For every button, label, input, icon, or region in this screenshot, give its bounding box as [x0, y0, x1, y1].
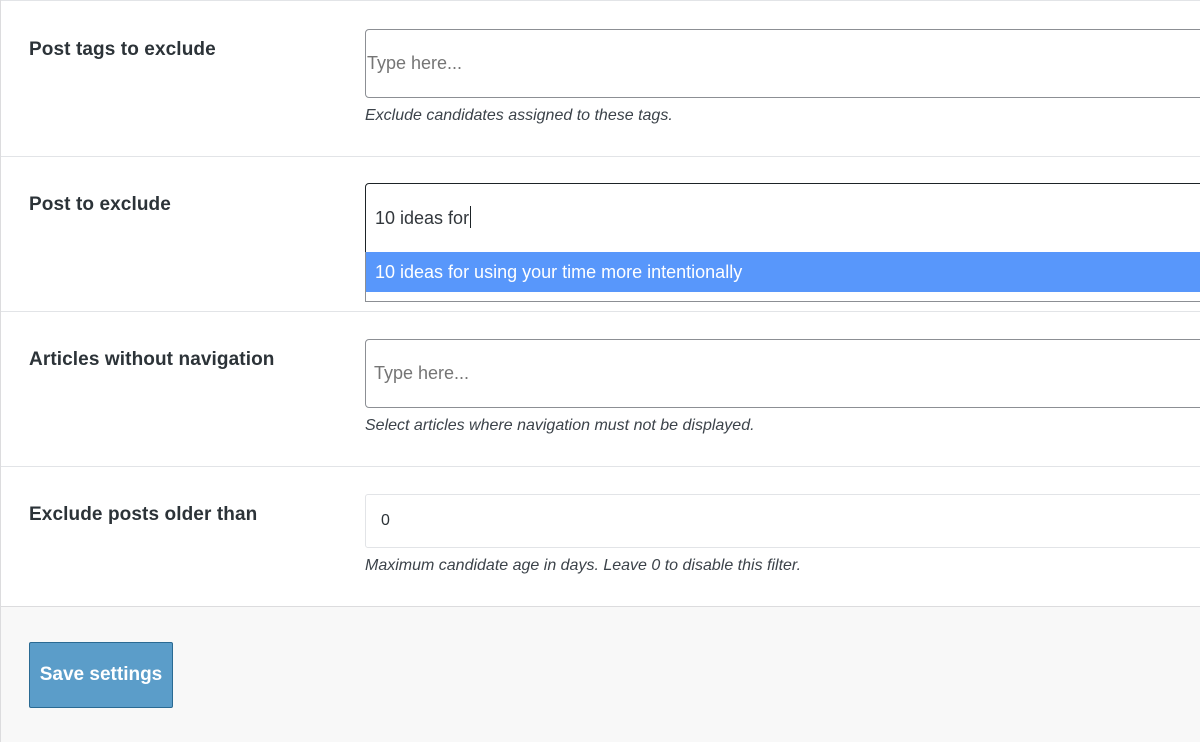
older-than-value: 0 — [381, 512, 390, 529]
post-exclude-suggestions: 10 ideas for using your time more intent… — [365, 252, 1200, 302]
no-navigation-input[interactable]: Type here... — [365, 339, 1200, 408]
suggestion-option[interactable]: 10 ideas for using your time more intent… — [366, 252, 1200, 292]
settings-panel: Post tags to exclude Type here... Exclud… — [0, 0, 1200, 742]
older-than-help: Maximum candidate age in days. Leave 0 t… — [365, 557, 802, 574]
save-settings-button[interactable]: Save settings — [29, 642, 173, 708]
no-navigation-help: Select articles where navigation must no… — [365, 417, 755, 434]
post-exclude-value: 10 ideas for — [375, 208, 470, 228]
text-caret — [470, 206, 472, 228]
setting-row-no-navigation: Articles without navigation Type here...… — [1, 312, 1200, 467]
settings-footer: Save settings — [1, 606, 1200, 742]
setting-row-post-tags: Post tags to exclude Type here... Exclud… — [1, 0, 1200, 157]
no-navigation-label: Articles without navigation — [29, 349, 275, 370]
post-exclude-label: Post to exclude — [29, 194, 171, 215]
post-tags-label: Post tags to exclude — [29, 39, 216, 60]
no-navigation-placeholder: Type here... — [374, 363, 470, 383]
setting-row-older-than: Exclude posts older than 0 Maximum candi… — [1, 467, 1200, 607]
setting-row-post-exclude: Post to exclude 10 ideas for 10 ideas fo… — [1, 157, 1200, 312]
post-tags-help: Exclude candidates assigned to these tag… — [365, 107, 673, 124]
post-exclude-input[interactable]: 10 ideas for — [365, 183, 1200, 253]
post-tags-placeholder: Type here... — [367, 53, 463, 73]
older-than-label: Exclude posts older than — [29, 504, 258, 525]
older-than-number-input[interactable]: 0 — [365, 494, 1200, 548]
post-tags-input[interactable]: Type here... — [365, 29, 1200, 98]
